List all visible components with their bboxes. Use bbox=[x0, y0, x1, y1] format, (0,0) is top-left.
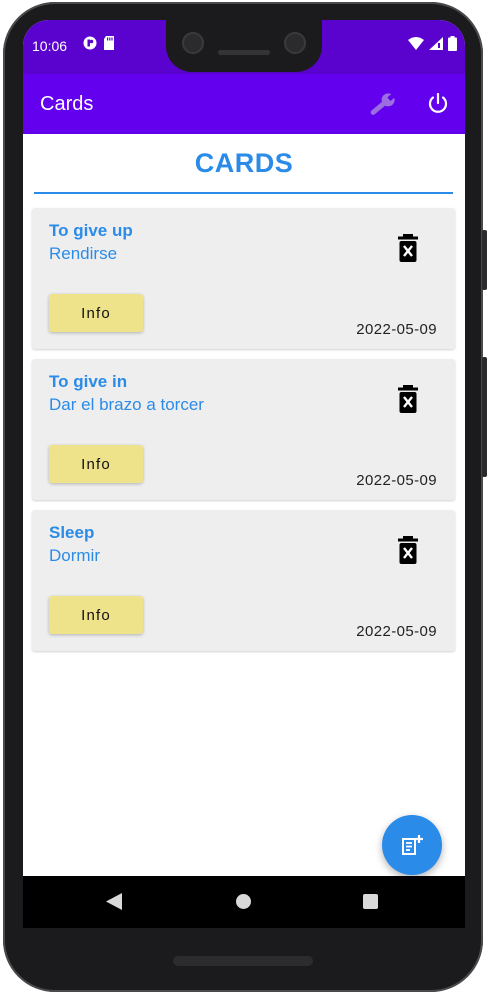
home-icon[interactable] bbox=[236, 894, 251, 909]
recents-icon[interactable] bbox=[363, 894, 378, 909]
card-subtitle: Dar el brazo a torcer bbox=[49, 395, 204, 414]
status-time: 10:06 bbox=[32, 38, 68, 54]
power-icon[interactable] bbox=[426, 92, 450, 116]
info-button[interactable]: Info bbox=[49, 596, 143, 634]
card-date: 2022-05-09 bbox=[356, 321, 437, 338]
app-notification-icon bbox=[83, 36, 97, 50]
signal-icon bbox=[429, 37, 443, 50]
page-heading: CARDS bbox=[194, 148, 294, 178]
card-title: Sleep bbox=[49, 523, 95, 542]
main-content: CARDS To give up Rendirse Info 2022-05-0… bbox=[23, 134, 465, 876]
back-icon[interactable] bbox=[106, 893, 122, 910]
wifi-icon bbox=[408, 37, 424, 50]
card-title: To give up bbox=[49, 221, 133, 240]
app-bar: Cards bbox=[23, 74, 465, 134]
status-bar: 10:06 bbox=[23, 20, 465, 74]
side-button bbox=[482, 230, 487, 290]
system-nav-bar bbox=[23, 876, 465, 928]
bottom-speaker bbox=[173, 956, 313, 966]
volume-button bbox=[482, 357, 487, 477]
card-subtitle: Dormir bbox=[49, 546, 100, 565]
wrench-icon[interactable] bbox=[366, 90, 398, 120]
card: To give in Dar el brazo a torcer Info 20… bbox=[32, 359, 455, 500]
card-date: 2022-05-09 bbox=[356, 623, 437, 640]
battery-icon bbox=[448, 36, 457, 51]
earpiece bbox=[218, 50, 270, 55]
card: Sleep Dormir Info 2022-05-09 bbox=[32, 510, 455, 651]
front-camera bbox=[284, 32, 306, 54]
app-title: Cards bbox=[40, 93, 94, 115]
device-screen: 10:06 Cards CARDS To give up Rendirse In… bbox=[23, 20, 465, 928]
camera-notch bbox=[166, 20, 322, 72]
delete-icon[interactable] bbox=[396, 536, 420, 564]
card-subtitle: Rendirse bbox=[49, 244, 118, 263]
delete-icon[interactable] bbox=[396, 234, 420, 262]
info-button[interactable]: Info bbox=[49, 445, 143, 483]
front-camera bbox=[182, 32, 204, 54]
card-title: To give in bbox=[49, 372, 128, 391]
heading-underline bbox=[34, 192, 453, 194]
info-button[interactable]: Info bbox=[49, 294, 143, 332]
add-note-icon bbox=[402, 835, 423, 855]
card: To give up Rendirse Info 2022-05-09 bbox=[32, 208, 455, 349]
add-card-fab[interactable] bbox=[382, 815, 442, 875]
card-date: 2022-05-09 bbox=[356, 472, 437, 489]
delete-icon[interactable] bbox=[396, 385, 420, 413]
sd-card-icon bbox=[104, 36, 114, 50]
